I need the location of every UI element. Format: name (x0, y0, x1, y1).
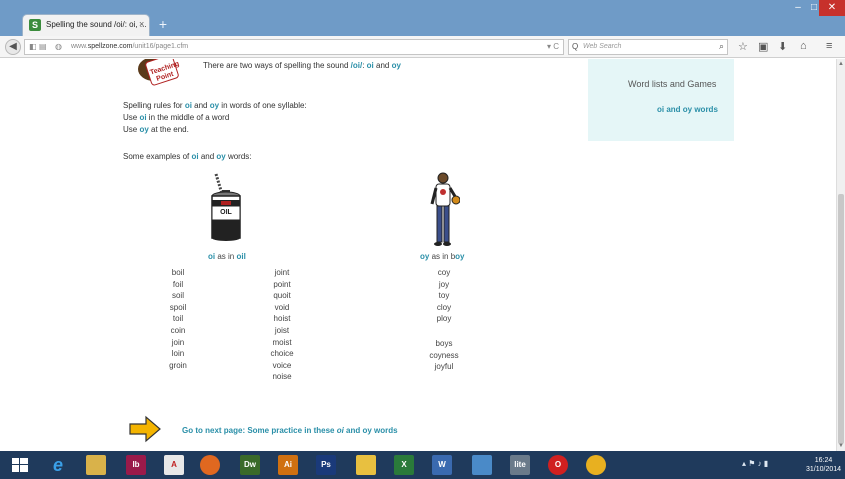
rule-oy-end: Use oy at the end. (123, 125, 189, 134)
oy-caption: oy as in boy (420, 252, 465, 261)
word-item: coy (437, 268, 451, 277)
bookmark-star-icon[interactable]: ☆ (738, 40, 748, 53)
browser-tab[interactable]: S Spelling the sound /oi/: oi, ... × (22, 14, 150, 36)
word-item: joy (438, 279, 450, 289)
word-item: foil (172, 279, 184, 289)
word-lists-title: Word lists and Games (628, 79, 717, 89)
illustrator-icon[interactable]: Ai (278, 455, 298, 475)
word-item: moist (272, 337, 292, 347)
word-item: boil (171, 268, 185, 277)
examples-heading: Some examples of oi and oy words: (123, 152, 252, 161)
close-window-button[interactable]: ✕ (819, 0, 845, 16)
file-explorer-icon[interactable] (86, 455, 106, 475)
search-engine-icon[interactable]: Q (572, 42, 578, 51)
vertical-scrollbar[interactable]: ▲ ▼ (836, 59, 845, 451)
word-item: choice (270, 349, 294, 359)
rules-heading: Spelling rules for oi and oy in words of… (123, 101, 307, 110)
word-item: spoil (169, 302, 187, 312)
word-item: hoist (273, 314, 291, 324)
word-item: point (273, 279, 291, 289)
oil-can-label: OIL (220, 209, 232, 216)
word-icon[interactable]: W (432, 455, 452, 475)
word-item: toil (172, 314, 184, 324)
spellzone-favicon-icon: S (29, 19, 41, 31)
oy-word-list-2: boys coyness joyful (420, 338, 468, 373)
word-item: joist (274, 325, 290, 335)
browser-titlebar: S Spelling the sound /oi/: oi, ... × + –… (0, 0, 845, 36)
boy-figure-icon (430, 172, 460, 246)
scroll-up-icon[interactable]: ▲ (838, 61, 844, 67)
word-item: join (171, 337, 185, 347)
photoshop-icon[interactable]: Ps (316, 455, 336, 475)
search-bar[interactable]: Q Web Search ⌕ (568, 39, 728, 55)
word-item: quoit (273, 291, 291, 301)
word-item: noise (272, 372, 292, 382)
system-tray[interactable]: ▴ ⚑ ♪ ▮ (742, 459, 768, 468)
back-arrow-icon[interactable]: ◀ (5, 39, 21, 55)
home-icon[interactable]: ⌂ (800, 40, 807, 52)
word-item: voice (272, 360, 292, 370)
rule-oi-middle: Use oi in the middle of a word (123, 113, 230, 122)
word-item: coin (170, 325, 186, 335)
indesign-icon[interactable]: Ib (126, 455, 146, 475)
word-item: joyful (434, 362, 454, 372)
word-item: soil (171, 291, 184, 301)
word-item: cloy (436, 302, 452, 312)
oi-caption: oi as in oil (208, 252, 246, 261)
search-go-icon[interactable]: ⌕ (719, 41, 724, 52)
reading-list-icon[interactable]: ▣ (758, 40, 768, 53)
word-item: ploy (436, 314, 452, 324)
word-item: toy (438, 291, 450, 301)
word-item: coyness (429, 350, 459, 360)
word-item: joint (274, 268, 290, 277)
firefox-icon[interactable] (200, 455, 220, 475)
windows-start-icon[interactable] (12, 458, 28, 472)
excel-icon[interactable]: X (394, 455, 414, 475)
oy-word-list-1: coy joy toy cloy ploy (420, 267, 468, 325)
tab-title: Spelling the sound /oi/: oi, ... (46, 20, 147, 29)
opera-icon[interactable]: O (548, 455, 568, 475)
tab-close-icon[interactable]: × (139, 19, 144, 29)
next-arrow-icon[interactable] (128, 415, 162, 443)
word-item: boys (435, 339, 453, 348)
word-item: groin (169, 360, 187, 370)
windows-taskbar: e Ib A Dw Ai Ps X W lite O ▴ ⚑ ♪ ▮ 16:24… (0, 451, 845, 479)
folder-icon[interactable] (356, 455, 376, 475)
oi-oy-words-link[interactable]: oi and oy words (657, 105, 718, 114)
chrome-icon[interactable] (586, 455, 606, 475)
globe-icon: ◍ (55, 42, 62, 51)
url-bar[interactable]: ◧ ▤ ◍ www.spellzone.com/unit16/page1.cfm… (24, 39, 564, 55)
teaching-point-badge-icon: Teaching Point (138, 59, 180, 86)
notes-icon[interactable] (472, 455, 492, 475)
reload-icon[interactable]: ▾ C (547, 42, 559, 51)
new-tab-button[interactable]: + (154, 16, 172, 32)
dreamweaver-icon[interactable]: Dw (240, 455, 260, 475)
acrobat-icon[interactable]: A (164, 455, 184, 475)
download-icon[interactable]: ⬇ (778, 40, 787, 53)
page-info-icon[interactable]: ◧ (29, 42, 37, 51)
scrollbar-thumb[interactable] (838, 194, 844, 444)
url-text: www.spellzone.com/unit16/page1.cfm (71, 43, 189, 50)
word-item: loin (171, 349, 185, 359)
page-content: Teaching Point There are two ways of spe… (0, 59, 836, 451)
navigation-toolbar: ◀ ◧ ▤ ◍ www.spellzone.com/unit16/page1.c… (0, 36, 845, 58)
menu-icon[interactable]: ≡ (826, 40, 832, 52)
taskbar-clock[interactable]: 16:24 31/10/2014 (806, 456, 841, 474)
oi-word-list-2: joint point quoit void hoist joist moist choice… (260, 267, 304, 383)
word-lists-panel: Word lists and Games oi and oy words (588, 59, 734, 141)
scroll-down-icon[interactable]: ▼ (838, 443, 844, 449)
internet-explorer-icon[interactable]: e (48, 455, 68, 475)
word-item: void (274, 302, 290, 312)
search-placeholder: Web Search (583, 43, 622, 50)
next-page-link[interactable]: Go to next page: Some practice in these … (182, 426, 398, 435)
lite-app-icon[interactable]: lite (510, 455, 530, 475)
oil-can-icon (211, 173, 241, 241)
bookmark-strip-icon[interactable]: ▤ (39, 42, 47, 51)
oi-word-list-1: boil foil soil spoil toil coin join loin groin (158, 267, 198, 371)
intro-text: There are two ways of spelling the sound… (203, 61, 401, 70)
